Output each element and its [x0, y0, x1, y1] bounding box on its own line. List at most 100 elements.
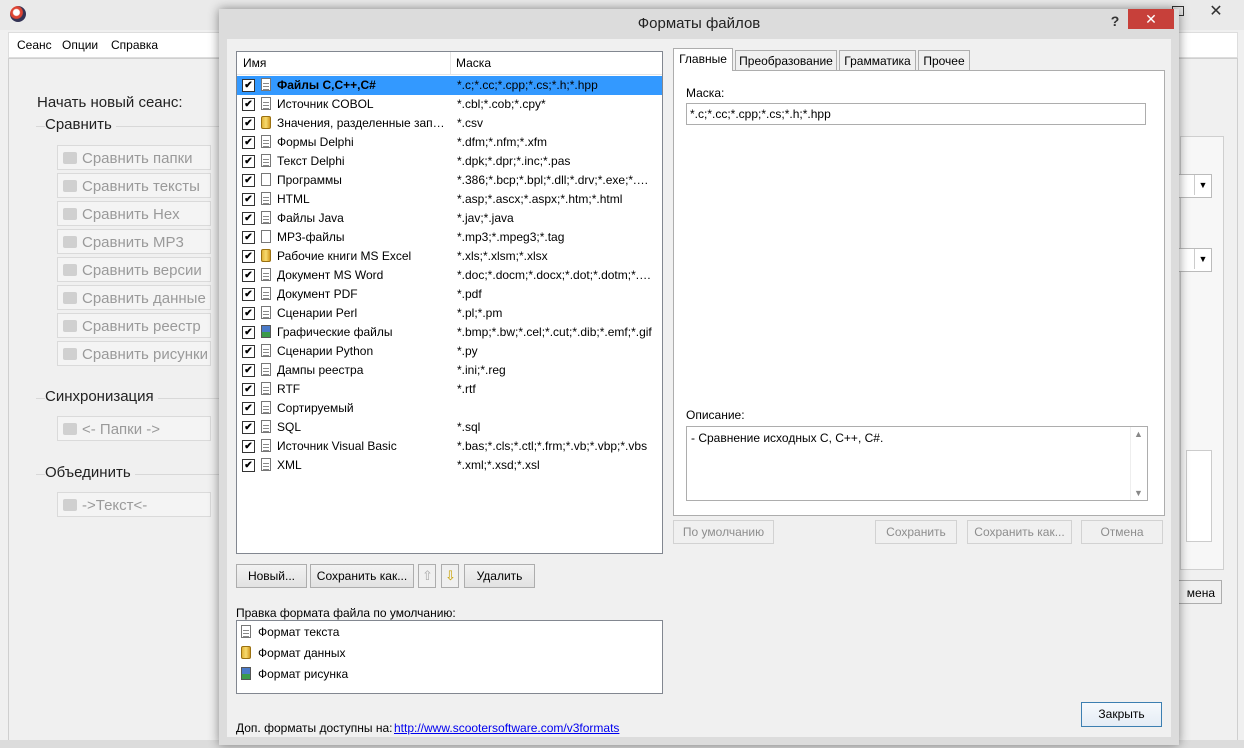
row-checkbox[interactable]: ✔ — [242, 459, 255, 472]
row-checkbox[interactable]: ✔ — [242, 98, 255, 111]
compare-folders-button[interactable]: Сравнить папки — [57, 145, 211, 170]
scroll-up-icon[interactable]: ▲ — [1134, 429, 1143, 439]
compare-mp3-button[interactable]: Сравнить MP3 — [57, 229, 211, 254]
row-checkbox[interactable]: ✔ — [242, 117, 255, 130]
menu-options[interactable]: Опции — [62, 38, 98, 52]
format-list[interactable]: Имя Маска ✔ Файлы C,C++,C# *.c;*.cc;*.cpp;… — [236, 51, 663, 554]
move-up-button[interactable]: ⇧ — [418, 564, 436, 588]
table-row[interactable]: ✔ Документ PDF *.pdf — [237, 285, 662, 304]
tab-other[interactable]: Прочее — [918, 50, 970, 70]
row-mask: *.386;*.bcp;*.bpl;*.dll;*.drv;*.exe;*.oc… — [457, 173, 652, 187]
default-format-list[interactable]: Формат текста Формат данных Формат рисунка — [236, 620, 663, 694]
document-icon — [261, 344, 271, 357]
table-row[interactable]: ✔ HTML *.asp;*.ascx;*.aspx;*.htm;*.html — [237, 190, 662, 209]
table-row[interactable]: ✔ Файлы C,C++,C# *.c;*.cc;*.cpp;*.cs;*.h;*… — [237, 76, 662, 95]
row-checkbox[interactable]: ✔ — [242, 440, 255, 453]
menu-session[interactable]: Сеанс — [17, 38, 52, 52]
close-button[interactable]: Закрыть — [1081, 702, 1162, 727]
row-name: Дампы реестра — [277, 363, 364, 377]
row-checkbox[interactable]: ✔ — [242, 174, 255, 187]
tab-grammar[interactable]: Грамматика — [839, 50, 916, 70]
row-checkbox[interactable]: ✔ — [242, 193, 255, 206]
row-checkbox[interactable]: ✔ — [242, 269, 255, 282]
row-mask: *.rtf — [457, 382, 476, 396]
compare-data-button[interactable]: Сравнить данные — [57, 285, 211, 310]
row-checkbox[interactable]: ✔ — [242, 155, 255, 168]
compare-texts-button[interactable]: Сравнить тексты — [57, 173, 211, 198]
table-row[interactable]: ✔ Формы Delphi *.dfm;*.nfm;*.xfm — [237, 133, 662, 152]
table-row[interactable]: ✔ SQL *.sql — [237, 418, 662, 437]
tab-main[interactable]: Главные — [673, 48, 733, 71]
description-textarea[interactable]: - Сравнение исходных C, C++, C#. ▲ ▼ — [686, 426, 1148, 501]
app-logo-icon — [10, 6, 26, 22]
table-row[interactable]: ✔ Рабочие книги MS Excel *.xls;*.xlsm;*.xl… — [237, 247, 662, 266]
table-row[interactable]: ✔ RTF *.rtf — [237, 380, 662, 399]
row-checkbox[interactable]: ✔ — [242, 421, 255, 434]
move-down-button[interactable]: ⇩ — [441, 564, 459, 588]
table-row[interactable]: ✔ Источник Visual Basic *.bas;*.cls;*.ctl;… — [237, 437, 662, 456]
column-header-mask[interactable]: Маска — [456, 56, 491, 70]
table-row[interactable]: ✔ Источник COBOL *.cbl;*.cob;*.cpy* — [237, 95, 662, 114]
row-mask: *.jav;*.java — [457, 211, 514, 225]
folder-icon — [63, 152, 77, 164]
row-checkbox[interactable]: ✔ — [242, 326, 255, 339]
table-row[interactable]: ✔ Сценарии Perl *.pl;*.pm — [237, 304, 662, 323]
document-icon — [241, 625, 251, 638]
row-checkbox[interactable]: ✔ — [242, 383, 255, 396]
table-row[interactable]: ✔ XML *.xml;*.xsd;*.xsl — [237, 456, 662, 475]
save-as-format-button[interactable]: Сохранить как... — [310, 564, 414, 588]
table-row[interactable]: ✔ MP3-файлы *.mp3;*.mpeg3;*.tag — [237, 228, 662, 247]
row-checkbox[interactable]: ✔ — [242, 231, 255, 244]
row-checkbox[interactable]: ✔ — [242, 136, 255, 149]
table-row[interactable]: ✔ Файлы Java *.jav;*.java — [237, 209, 662, 228]
table-row[interactable]: ✔ Программы *.386;*.bcp;*.bpl;*.dll;*.drv;… — [237, 171, 662, 190]
mask-input[interactable] — [686, 103, 1146, 125]
row-name: Значения, разделенные запятыми — [277, 116, 449, 130]
table-row[interactable]: ✔ Сценарии Python *.py — [237, 342, 662, 361]
table-row[interactable]: ✔ Значения, разделенные запятыми *.csv — [237, 114, 662, 133]
table-row[interactable]: ✔ Графические файлы *.bmp;*.bw;*.cel;*.cut… — [237, 323, 662, 342]
dialog-close-icon[interactable]: ✕ — [1128, 9, 1174, 29]
cancel-button[interactable]: Отмена — [1081, 520, 1163, 544]
new-format-button[interactable]: Новый... — [236, 564, 307, 588]
row-checkbox[interactable]: ✔ — [242, 402, 255, 415]
menu-help[interactable]: Справка — [111, 38, 158, 52]
table-row[interactable]: ✔ Сортируемый — [237, 399, 662, 418]
save-button[interactable]: Сохранить — [875, 520, 957, 544]
document-icon — [261, 420, 271, 433]
row-checkbox[interactable]: ✔ — [242, 79, 255, 92]
column-divider[interactable] — [450, 52, 451, 74]
dialog-title: Форматы файлов — [637, 15, 761, 32]
delete-format-button[interactable]: Удалить — [464, 564, 535, 588]
row-checkbox[interactable]: ✔ — [242, 212, 255, 225]
row-checkbox[interactable]: ✔ — [242, 288, 255, 301]
list-item-label: Формат данных — [258, 646, 346, 660]
sync-folders-button[interactable]: <- Папки -> — [57, 416, 211, 441]
document-icon — [261, 458, 271, 471]
column-header-name[interactable]: Имя — [243, 56, 266, 70]
compare-registry-button[interactable]: Сравнить реестр — [57, 313, 211, 338]
compare-hex-button[interactable]: Сравнить Hex — [57, 201, 211, 226]
table-row[interactable]: ✔ Текст Delphi *.dpk;*.dpr;*.inc;*.pas — [237, 152, 662, 171]
compare-pictures-button[interactable]: Сравнить рисунки — [57, 341, 211, 366]
row-mask: *.xls;*.xlsm;*.xlsx — [457, 249, 548, 263]
compare-versions-button[interactable]: Сравнить версии — [57, 257, 211, 282]
tab-conversion[interactable]: Преобразование — [735, 50, 837, 70]
merge-text-button[interactable]: ->Текст<- — [57, 492, 211, 517]
row-checkbox[interactable]: ✔ — [242, 307, 255, 320]
row-mask: *.dpk;*.dpr;*.inc;*.pas — [457, 154, 571, 168]
description-scrollbar[interactable]: ▲ ▼ — [1130, 427, 1147, 500]
save-as-button[interactable]: Сохранить как... — [967, 520, 1072, 544]
row-checkbox[interactable]: ✔ — [242, 250, 255, 263]
extra-formats-link[interactable]: http://www.scootersoftware.com/v3formats — [394, 721, 619, 735]
row-name: Формы Delphi — [277, 135, 354, 149]
table-row[interactable]: ✔ Документ MS Word *.doc;*.docm;*.docx;*.d… — [237, 266, 662, 285]
row-checkbox[interactable]: ✔ — [242, 364, 255, 377]
table-row[interactable]: ✔ Дампы реестра *.ini;*.reg — [237, 361, 662, 380]
scroll-down-icon[interactable]: ▼ — [1134, 488, 1143, 498]
help-icon[interactable]: ? — [1103, 11, 1127, 31]
right-text-area[interactable] — [1186, 450, 1212, 542]
row-checkbox[interactable]: ✔ — [242, 345, 255, 358]
default-button[interactable]: По умолчанию — [673, 520, 774, 544]
main-close-icon[interactable]: ✕ — [1196, 2, 1236, 22]
